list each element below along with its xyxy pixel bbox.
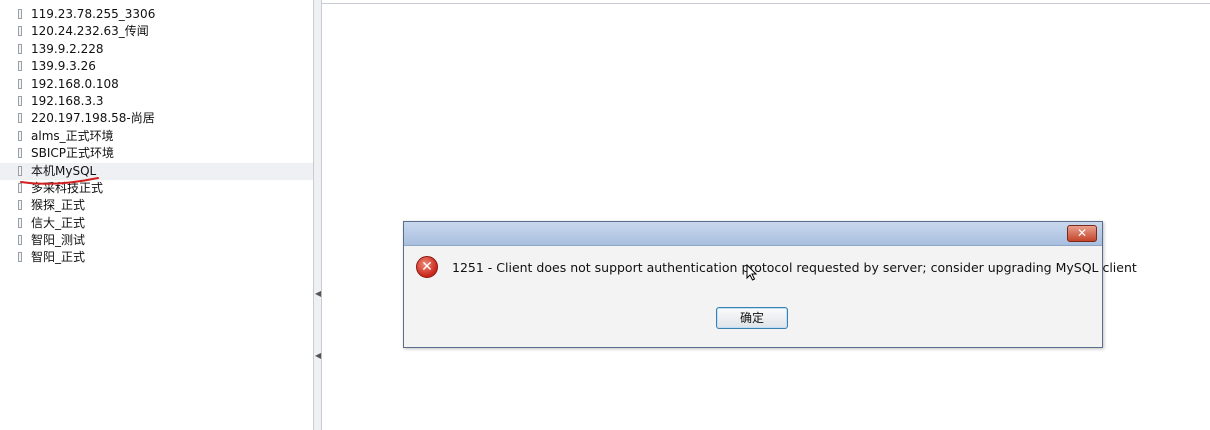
connection-icon	[18, 26, 22, 37]
close-icon: ✕	[1076, 226, 1088, 240]
connection-item[interactable]: 120.24.232.63_传闻	[0, 23, 313, 40]
connection-icon	[18, 95, 22, 106]
collapse-left-icon[interactable]: ◀	[315, 290, 321, 298]
connection-item[interactable]: 智阳_正式	[0, 249, 313, 266]
connection-label: 192.168.3.3	[31, 93, 104, 108]
error-message: 1251 - Client does not support authentic…	[452, 260, 1137, 275]
dialog-body: ✕ 1251 - Client does not support authent…	[404, 246, 1137, 347]
connection-label: 智阳_正式	[31, 250, 86, 265]
panel-splitter[interactable]: ◀ ◀	[314, 0, 322, 430]
connection-item[interactable]: 192.168.3.3	[0, 93, 313, 110]
error-icon: ✕	[416, 256, 438, 278]
connection-icon	[18, 165, 22, 176]
close-button[interactable]: ✕	[1067, 225, 1097, 242]
connection-icon	[18, 235, 22, 246]
connection-item[interactable]: 139.9.2.228	[0, 41, 313, 58]
connection-icon	[18, 200, 22, 211]
connection-label: 139.9.3.26	[31, 59, 96, 74]
connection-item[interactable]: SBICP正式环境	[0, 145, 313, 162]
dialog-titlebar: ✕	[404, 222, 1102, 246]
connection-item[interactable]: 猴探_正式	[0, 197, 313, 214]
error-dialog: ✕ ✕ 1251 - Client does not support authe…	[403, 221, 1137, 348]
connection-icon	[18, 43, 22, 54]
mouse-cursor-icon	[746, 264, 758, 281]
connection-label: SBICP正式环境	[31, 146, 115, 161]
connection-item[interactable]: 192.168.0.108	[0, 76, 313, 93]
connection-icon	[18, 217, 22, 228]
connection-label: 猴探_正式	[31, 198, 86, 213]
main-content-area	[322, 4, 1210, 430]
connection-label: 智阳_测试	[31, 233, 86, 248]
connection-item[interactable]: alms_正式环境	[0, 128, 313, 145]
connection-label: 139.9.2.228	[31, 41, 104, 56]
connection-item[interactable]: 139.9.3.26	[0, 58, 313, 75]
connection-item[interactable]: 119.23.78.255_3306	[0, 6, 313, 23]
connection-sidebar: 119.23.78.255_3306 120.24.232.63_传闻 139.…	[0, 0, 314, 430]
connection-icon	[18, 148, 22, 159]
red-annotation-underline	[20, 177, 99, 185]
connection-label: 信大_正式	[31, 215, 86, 230]
collapse-left-icon[interactable]: ◀	[315, 352, 321, 360]
connection-label: 119.23.78.255_3306	[31, 7, 156, 21]
connection-icon	[18, 130, 22, 141]
connection-icon	[18, 61, 22, 72]
connection-label: 120.24.232.63_传闻	[31, 24, 149, 39]
connection-icon	[18, 9, 22, 19]
connection-icon	[18, 113, 22, 124]
connection-item[interactable]: 智阳_测试	[0, 232, 313, 249]
connection-icon	[18, 252, 22, 263]
connection-label: 192.168.0.108	[31, 76, 119, 91]
ok-button[interactable]: 确定	[716, 307, 788, 329]
connection-label: 220.197.198.58-尚居	[31, 111, 155, 126]
connection-label: alms_正式环境	[31, 128, 114, 143]
connection-item[interactable]: 220.197.198.58-尚居	[0, 110, 313, 127]
connection-icon	[18, 78, 22, 89]
connection-list: 119.23.78.255_3306 120.24.232.63_传闻 139.…	[0, 6, 313, 267]
connection-item[interactable]: 信大_正式	[0, 215, 313, 232]
